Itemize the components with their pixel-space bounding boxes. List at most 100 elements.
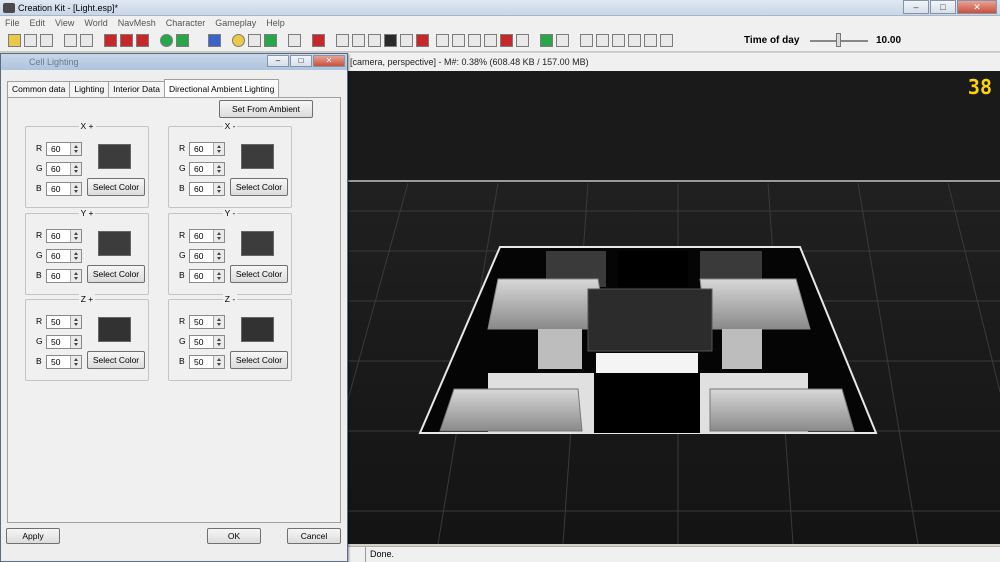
navmesh-icon[interactable] [368,34,381,47]
spin-arrows-icon[interactable] [70,316,81,328]
blue-input[interactable]: 60 [189,182,225,196]
spin-arrows-icon[interactable] [213,230,224,242]
dialog-close-button[interactable]: ✕ [313,55,345,67]
menu-world[interactable]: World [79,18,112,28]
spin-arrows-icon[interactable] [70,336,81,348]
multibound-icon[interactable] [516,34,529,47]
select-color-button[interactable]: Select Color [87,351,145,369]
blue-input[interactable]: 50 [46,355,82,369]
green-input[interactable]: 50 [189,335,225,349]
tab-interior-data[interactable]: Interior Data [108,81,165,97]
occlusion-icon[interactable] [484,34,497,47]
snap-grid-icon[interactable] [208,34,221,47]
minimize-button[interactable]: – [903,0,929,14]
marker-icon[interactable] [136,34,149,47]
graph-icon[interactable] [312,34,325,47]
speech-icon[interactable] [288,34,301,47]
redo-icon[interactable] [80,34,93,47]
menu-file[interactable]: File [0,18,25,28]
new-file-icon[interactable] [8,34,21,47]
red-input[interactable]: 50 [46,315,82,329]
film-icon[interactable] [644,34,657,47]
cell-view-icon[interactable] [352,34,365,47]
script-c-icon[interactable] [580,34,593,47]
sky-icon[interactable] [248,34,261,47]
quest-icon[interactable] [384,34,397,47]
spin-arrows-icon[interactable] [213,163,224,175]
edit-mode-icon[interactable] [120,34,133,47]
marker-red-icon[interactable] [416,34,429,47]
room-icon[interactable] [452,34,465,47]
green-input[interactable]: 60 [46,162,82,176]
water-icon[interactable] [264,34,277,47]
select-color-button[interactable]: Select Color [87,265,145,283]
tab-lighting[interactable]: Lighting [69,81,110,97]
spin-arrows-icon[interactable] [70,163,81,175]
menu-character[interactable]: Character [161,18,211,28]
spin-arrows-icon[interactable] [213,270,224,282]
red-input[interactable]: 50 [189,315,225,329]
select-color-button[interactable]: Select Color [230,265,288,283]
spin-arrows-icon[interactable] [70,143,81,155]
close-button[interactable]: ✕ [957,0,997,14]
object-window-icon[interactable] [336,34,349,47]
spin-arrows-icon[interactable] [70,183,81,195]
preferences-icon[interactable] [40,34,53,47]
blue-input[interactable]: 60 [189,269,225,283]
maximize-button[interactable]: □ [930,0,956,14]
spin-arrows-icon[interactable] [70,250,81,262]
green-input[interactable]: 60 [46,249,82,263]
menu-edit[interactable]: Edit [25,18,51,28]
dialog-maximize-button[interactable]: □ [290,55,312,67]
spin-arrows-icon[interactable] [213,250,224,262]
cancel-button[interactable]: Cancel [287,528,341,544]
save-icon[interactable] [24,34,37,47]
apply-button[interactable]: Apply [6,528,60,544]
spin-arrows-icon[interactable] [213,356,224,368]
menu-gameplay[interactable]: Gameplay [210,18,261,28]
red-input[interactable]: 60 [46,142,82,156]
weather-icon[interactable] [628,34,641,47]
globe-icon[interactable] [660,34,673,47]
blue-input[interactable]: 60 [46,182,82,196]
blue-input[interactable]: 60 [46,269,82,283]
actor-icon[interactable] [400,34,413,47]
render-viewport[interactable]: 38 [348,71,1000,544]
red-input[interactable]: 60 [46,229,82,243]
ok-button[interactable]: OK [207,528,261,544]
refresh-icon[interactable] [556,34,569,47]
dialog-minimize-button[interactable]: – [267,55,289,67]
spin-arrows-icon[interactable] [213,143,224,155]
collision-icon[interactable] [500,34,513,47]
undo-icon[interactable] [64,34,77,47]
copyright-icon[interactable] [612,34,625,47]
menu-navmesh[interactable]: NavMesh [113,18,161,28]
select-color-button[interactable]: Select Color [230,351,288,369]
portal-icon[interactable] [468,34,481,47]
layer-icon[interactable] [436,34,449,47]
spin-arrows-icon[interactable] [213,336,224,348]
select-color-button[interactable]: Select Color [230,178,288,196]
red-input[interactable]: 60 [189,229,225,243]
menu-help[interactable]: Help [261,18,290,28]
tab-directional-ambient-lighting[interactable]: Directional Ambient Lighting [163,79,280,97]
green-input[interactable]: 60 [189,162,225,176]
red-input[interactable]: 60 [189,142,225,156]
green-input[interactable]: 60 [189,249,225,263]
spin-arrows-icon[interactable] [213,316,224,328]
preview-icon[interactable] [596,34,609,47]
time-of-day-slider-thumb[interactable] [836,33,841,47]
select-color-button[interactable]: Select Color [87,178,145,196]
light-green-icon[interactable] [160,34,173,47]
blue-input[interactable]: 50 [189,355,225,369]
spin-arrows-icon[interactable] [70,356,81,368]
menu-view[interactable]: View [50,18,79,28]
spin-arrows-icon[interactable] [70,270,81,282]
spin-arrows-icon[interactable] [70,230,81,242]
green-input[interactable]: 50 [46,335,82,349]
dialog-title-bar[interactable]: Cell Lighting – □ ✕ [1,54,347,70]
tree-icon[interactable] [540,34,553,47]
light-bulb-icon[interactable] [232,34,245,47]
spin-arrows-icon[interactable] [213,183,224,195]
render-toggle-icon[interactable] [104,34,117,47]
